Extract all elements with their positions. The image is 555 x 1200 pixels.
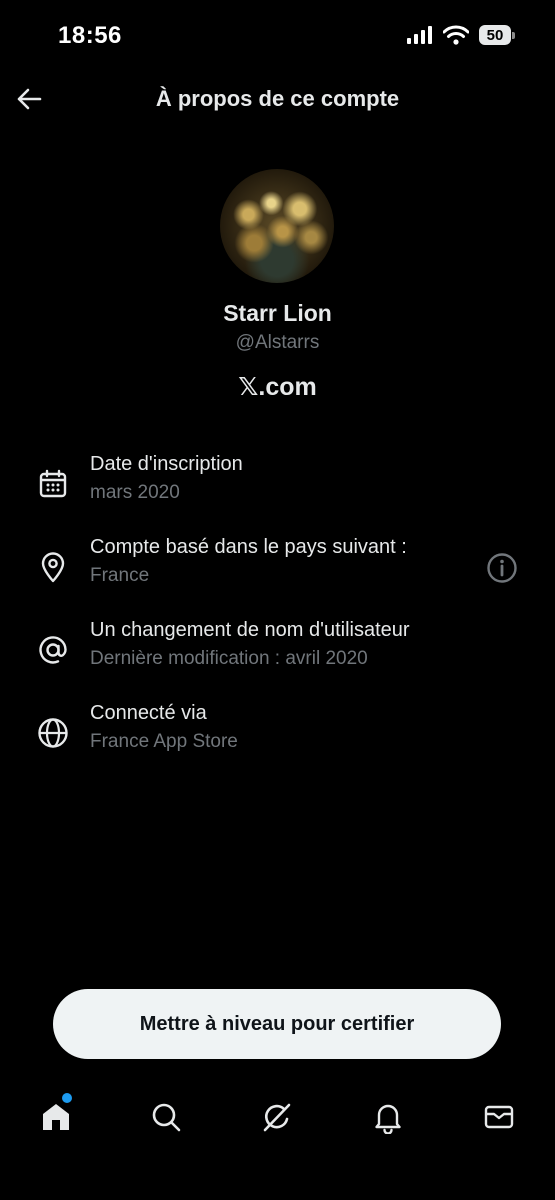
at-sign-icon [36,633,70,667]
bottom-nav [0,1085,555,1149]
info-subtitle: mars 2020 [90,482,180,503]
calendar-icon [36,467,70,501]
info-title: Connecté via [90,702,207,724]
info-title: Un changement de nom d'utilisateur [90,619,410,641]
page-title: À propos de ce compte [155,86,400,111]
info-title: Date d'inscription [90,453,243,475]
header: À propos de ce compte [0,72,555,126]
search-icon [152,1103,181,1132]
profile-name: Starr Lion [223,300,332,326]
grok-icon [263,1103,291,1132]
battery-icon: 50 [479,25,515,45]
notifications-icon [375,1104,401,1134]
notification-dot [62,1093,72,1103]
info-item-username-change: Un changement de nom d'utilisateur Derni… [0,619,555,689]
nav-grok[interactable] [257,1097,297,1137]
cellular-signal-icon [407,26,432,44]
info-item-connected-via: Connecté via France App Store [0,702,555,772]
globe-icon [36,716,70,750]
avatar[interactable] [220,169,334,283]
info-subtitle: Dernière modification : avril 2020 [90,648,368,669]
status-icons: 50 [407,25,515,45]
status-bar: 18:56 50 [0,0,555,72]
messages-icon [484,1105,514,1129]
wifi-icon [443,25,469,45]
info-subtitle: France App Store [90,731,238,752]
info-title: Compte basé dans le pays suivant : [90,536,407,558]
location-pin-icon [36,550,70,584]
info-item-join-date: Date d'inscription mars 2020 [0,453,555,523]
battery-level: 50 [479,25,511,45]
upgrade-button[interactable]: Mettre à niveau pour certifier [53,989,501,1059]
info-subtitle: France [90,565,150,586]
nav-home[interactable] [36,1097,76,1137]
info-item-country: Compte basé dans le pays suivant : Franc… [0,536,555,606]
info-icon[interactable] [486,552,518,584]
nav-messages[interactable] [479,1097,519,1137]
nav-search[interactable] [146,1097,186,1137]
profile-handle: @Alstarrs [235,332,320,353]
nav-notifications[interactable] [368,1097,408,1137]
brand-logo: 𝕏.com [238,373,317,401]
status-time: 18:56 [58,22,122,49]
home-icon [43,1104,69,1130]
